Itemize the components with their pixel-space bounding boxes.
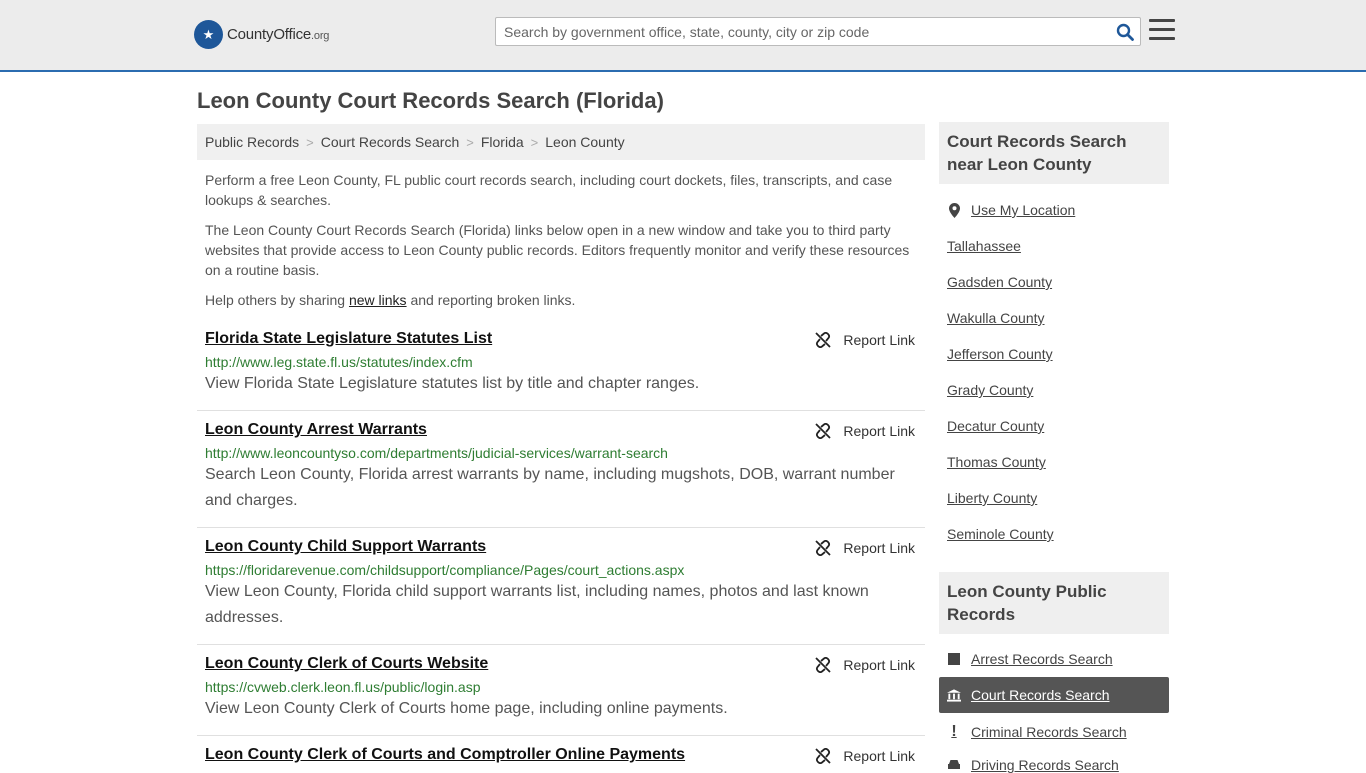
result-item: Leon County Child Support Warrants https… [197, 528, 925, 645]
result-title-link[interactable]: Leon County Arrest Warrants [205, 421, 427, 439]
near-link-grady[interactable]: Grady County [947, 382, 1033, 398]
broken-link-icon [815, 748, 832, 764]
result-title-link[interactable]: Leon County Clerk of Courts Website [205, 655, 488, 673]
result-item: Florida State Legislature Statutes List … [197, 320, 925, 411]
breadcrumb: Public Records > Court Records Search > … [197, 124, 925, 160]
result-item: Leon County Clerk of Courts and Comptrol… [197, 736, 925, 768]
result-url: https://floridarevenue.com/childsupport/… [205, 562, 685, 578]
near-link-seminole[interactable]: Seminole County [947, 526, 1054, 542]
near-link-tallahassee[interactable]: Tallahassee [947, 238, 1021, 254]
sidebar-near-title: Court Records Search near Leon County [939, 122, 1169, 184]
map-pin-icon [947, 202, 961, 218]
public-link-arrest-records[interactable]: Arrest Records Search [947, 651, 1113, 667]
result-url: https://cvweb.clerk.leon.fl.us/public/lo… [205, 679, 481, 695]
chevron-right-icon: > [530, 134, 539, 150]
use-my-location-link[interactable]: Use My Location [947, 202, 1075, 218]
logo-tld: .org [311, 30, 330, 42]
result-url: http://www.leg.state.fl.us/statutes/inde… [205, 354, 473, 370]
courthouse-icon [947, 688, 961, 702]
public-link-driving-records[interactable]: Driving Records Search [947, 757, 1119, 773]
near-link-gadsden[interactable]: Gadsden County [947, 274, 1052, 290]
result-item: Leon County Arrest Warrants http://www.l… [197, 411, 925, 528]
sidebar-public-title: Leon County Public Records [939, 572, 1169, 634]
report-link-button[interactable]: Report Link [815, 748, 915, 764]
result-url: http://www.leoncountyso.com/departments/… [205, 445, 668, 461]
logo-text: CountyOffice [227, 26, 312, 43]
search-icon [1116, 23, 1134, 41]
site-header: ★ CountyOffice.org [0, 0, 1366, 72]
exclamation-icon: ! [951, 723, 957, 740]
intro-paragraph-1: Perform a free Leon County, FL public co… [205, 172, 893, 208]
intro-paragraph-2: The Leon County Court Records Search (Fl… [205, 222, 910, 278]
broken-link-icon [815, 332, 832, 348]
page-title: Leon County Court Records Search (Florid… [197, 88, 664, 113]
result-title-link[interactable]: Leon County Child Support Warrants [205, 538, 486, 556]
intro-paragraph-3: Help others by sharing new links and rep… [205, 292, 576, 308]
search-input[interactable] [496, 18, 1110, 45]
logo-badge-icon: ★ [194, 20, 223, 49]
report-link-button[interactable]: Report Link [815, 657, 915, 673]
new-links-link[interactable]: new links [349, 292, 407, 308]
result-item: Leon County Clerk of Courts Website http… [197, 645, 925, 736]
breadcrumb-court-records[interactable]: Court Records Search [321, 134, 460, 150]
broken-link-icon [815, 657, 832, 673]
breadcrumb-leon-county[interactable]: Leon County [545, 134, 624, 150]
search-button[interactable] [1110, 18, 1140, 45]
near-link-jefferson[interactable]: Jefferson County [947, 346, 1053, 362]
car-icon [947, 759, 961, 771]
chevron-right-icon: > [466, 134, 474, 150]
public-link-court-records[interactable]: Court Records Search [947, 687, 1110, 703]
broken-link-icon [815, 423, 832, 439]
near-link-wakulla[interactable]: Wakulla County [947, 310, 1045, 326]
broken-link-icon [815, 540, 832, 556]
near-link-liberty[interactable]: Liberty County [947, 490, 1037, 506]
chevron-right-icon: > [306, 134, 314, 150]
result-description: View Leon County, Florida child support … [205, 583, 869, 626]
square-icon [947, 653, 961, 665]
report-link-button[interactable]: Report Link [815, 540, 915, 556]
site-logo[interactable]: ★ CountyOffice.org [194, 20, 329, 49]
report-link-button[interactable]: Report Link [815, 423, 915, 439]
result-title-link[interactable]: Florida State Legislature Statutes List [205, 330, 492, 348]
result-title-link[interactable]: Leon County Clerk of Courts and Comptrol… [205, 746, 685, 764]
breadcrumb-public-records[interactable]: Public Records [205, 134, 299, 150]
result-description: View Leon County Clerk of Courts home pa… [205, 700, 728, 717]
public-link-criminal-records[interactable]: ! Criminal Records Search [947, 723, 1126, 741]
result-description: Search Leon County, Florida arrest warra… [205, 466, 895, 509]
near-link-decatur[interactable]: Decatur County [947, 418, 1044, 434]
result-description: View Florida State Legislature statutes … [205, 375, 700, 392]
report-link-button[interactable]: Report Link [815, 332, 915, 348]
breadcrumb-florida[interactable]: Florida [481, 134, 524, 150]
near-link-thomas[interactable]: Thomas County [947, 454, 1046, 470]
search-bar [495, 17, 1141, 46]
hamburger-menu-icon[interactable] [1149, 19, 1175, 43]
